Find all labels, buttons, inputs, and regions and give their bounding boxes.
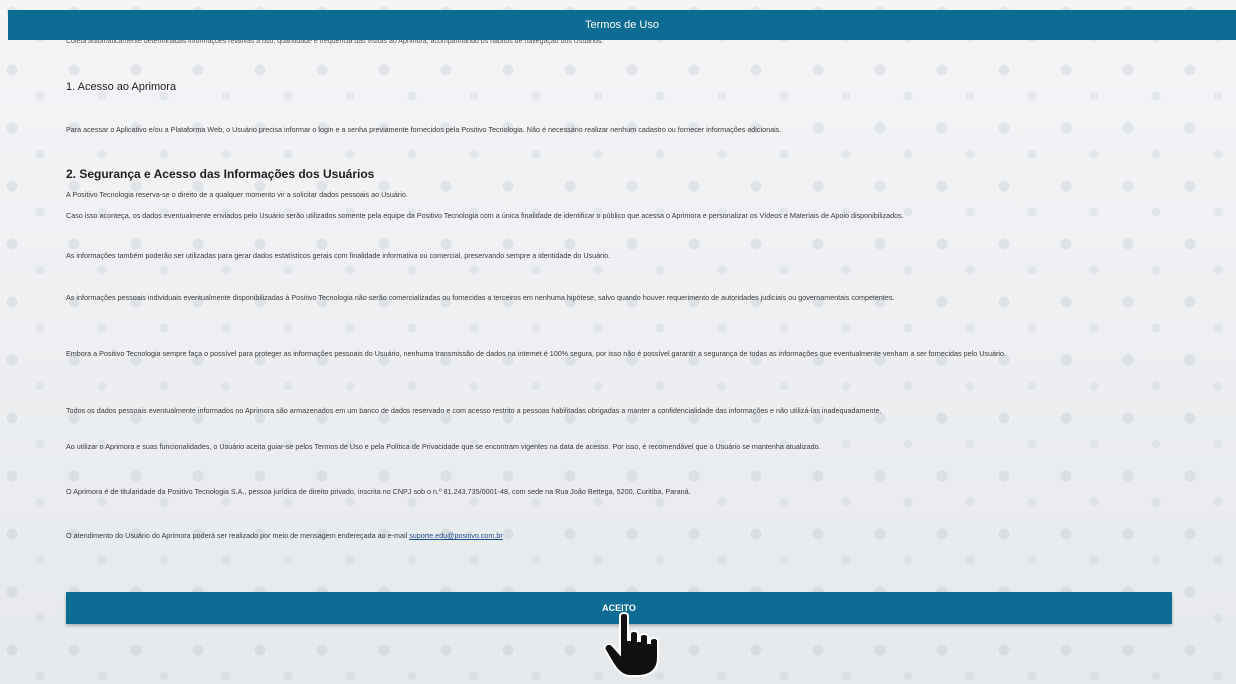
header-bar: Termos de Uso (8, 10, 1236, 40)
page-title: Termos de Uso (585, 19, 659, 31)
background-pattern (0, 0, 1236, 684)
section-2-p4: As informações pessoais individuais even… (66, 293, 895, 302)
contact-text: O atendimento do Usuário do Aprimora pod… (66, 531, 410, 540)
section-2-p5: Embora a Positivo Tecnologia sempre faça… (66, 349, 1006, 358)
terms-content: Coleta automaticamente determinadas info… (66, 38, 1176, 46)
section-2-p3: As informações também poderão ser utiliz… (66, 251, 611, 260)
section-1-title: 1. Acesso ao Aprimora (66, 81, 177, 93)
section-2-p1: A Positivo Tecnologia reserva-se o direi… (66, 190, 408, 199)
section-2-p7: Ao utilizar o Aprimora e suas funcionali… (66, 442, 821, 451)
hand-pointer-icon (603, 612, 659, 677)
support-email-link[interactable]: suporte.edu@positivo.com.br (409, 531, 503, 540)
section-2-p2: Caso isso aconteça, os dados eventualmen… (66, 211, 904, 220)
section-2-p8: O Aprimora é de titularidade da Positivo… (66, 487, 691, 496)
section-2-p9: O atendimento do Usuário do Aprimora pod… (66, 530, 1176, 542)
section-2-p6: Todos os dados pessoais eventualmente in… (66, 406, 882, 415)
section-1-body: Para acessar o Aplicativo e/ou a Platafo… (66, 125, 782, 134)
section-2-title: 2. Segurança e Acesso das Informações do… (66, 167, 375, 181)
